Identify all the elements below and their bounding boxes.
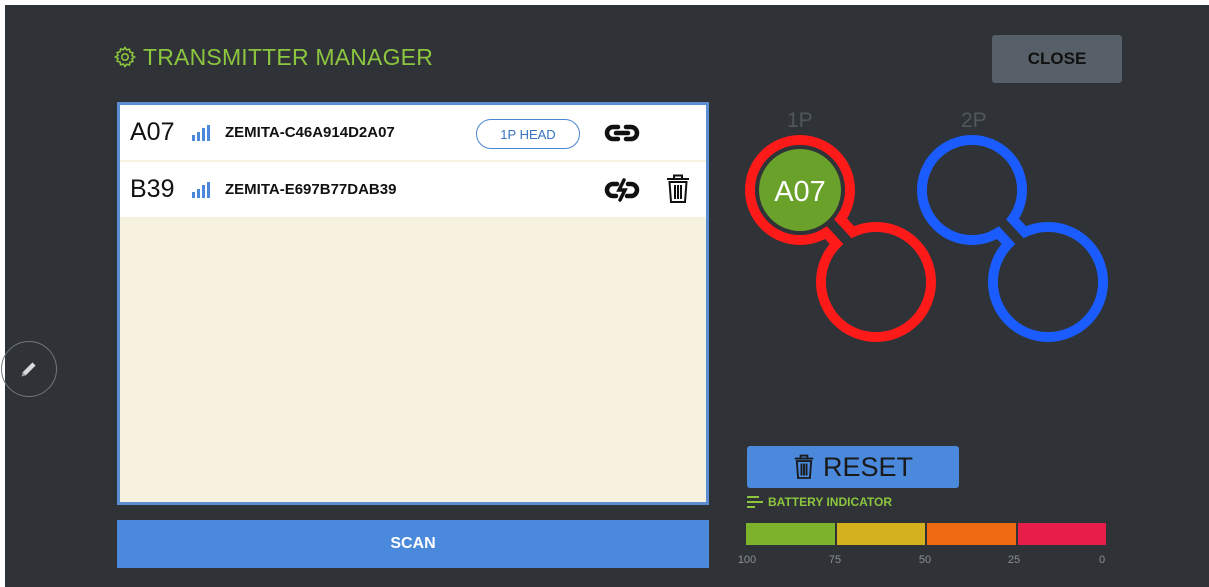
reset-label: RESET: [822, 451, 914, 482]
battery-segment-high: [746, 523, 835, 545]
unlink-icon[interactable]: [604, 177, 640, 203]
transmitter-name: ZEMITA-E697B77DAB39: [225, 181, 397, 198]
battery-tick: 0: [1098, 554, 1106, 566]
scan-button[interactable]: SCAN: [117, 520, 709, 568]
player-1-label: 1P: [787, 109, 813, 132]
player-slot-diagram: A07: [745, 135, 1108, 342]
panel-title: TRANSMITTER MANAGER: [113, 40, 433, 74]
transmitter-code: A07: [130, 118, 175, 146]
link-icon[interactable]: [604, 120, 640, 146]
transmitter-manager-panel: TRANSMITTER MANAGER CLOSE A07 ZEMITA-C46…: [1, 5, 1209, 587]
battery-tick: 100: [737, 554, 757, 566]
title-text: TRANSMITTER MANAGER: [143, 43, 434, 70]
reset-button[interactable]: RESET: [747, 446, 959, 488]
battery-tick: 50: [918, 554, 932, 566]
trash-icon[interactable]: [665, 174, 691, 204]
battery-tick: 75: [828, 554, 842, 566]
battery-scale: [746, 523, 1106, 545]
pencil-icon: [21, 362, 36, 377]
signal-bars-icon: [192, 125, 210, 141]
gear-icon: [113, 46, 137, 68]
assignment-badge[interactable]: 1P HEAD: [476, 119, 580, 149]
trash-icon: [794, 454, 814, 479]
transmitter-list: A07 ZEMITA-C46A914D2A07 1P HEAD B39 ZEMI…: [117, 102, 709, 505]
battery-indicator-text: BATTERY INDICATOR: [768, 495, 893, 509]
battery-tick: 25: [1007, 554, 1021, 566]
player-2-label: 2P: [961, 109, 987, 132]
battery-segment-low: [927, 523, 1016, 545]
transmitter-row[interactable]: B39 ZEMITA-E697B77DAB39: [120, 162, 706, 217]
player-1-head-assigned: A07: [774, 176, 826, 208]
battery-segment-critical: [1017, 523, 1106, 545]
battery-indicator-label: BATTERY INDICATOR: [747, 494, 892, 510]
transmitter-row[interactable]: A07 ZEMITA-C46A914D2A07 1P HEAD: [120, 105, 706, 160]
battery-segment-mid: [836, 523, 925, 545]
close-button[interactable]: CLOSE: [992, 35, 1122, 83]
transmitter-code: B39: [130, 175, 175, 203]
transmitter-name: ZEMITA-C46A914D2A07: [225, 124, 395, 141]
battery-bars-icon: [747, 496, 763, 508]
edit-button[interactable]: [1, 341, 57, 397]
signal-bars-icon: [192, 182, 210, 198]
